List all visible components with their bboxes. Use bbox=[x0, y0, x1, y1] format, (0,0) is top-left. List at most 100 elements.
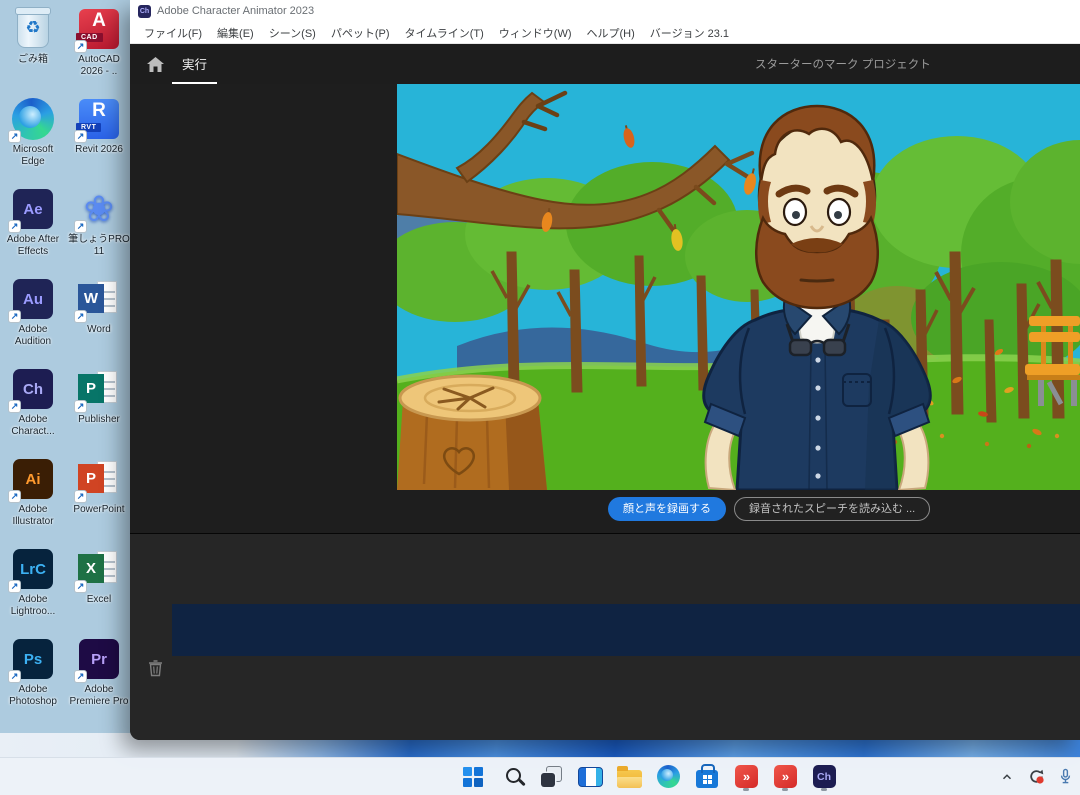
shortcut-arrow-icon bbox=[74, 670, 87, 683]
menu-edit[interactable]: 編集(E) bbox=[217, 25, 254, 41]
desktop-icon-label: Adobe Charact... bbox=[1, 414, 65, 438]
desktop-icon-powerpoint[interactable]: P PowerPoint bbox=[67, 454, 131, 544]
desktop-icon-recycle-bin[interactable]: ごみ箱 bbox=[1, 4, 65, 94]
flower-icon bbox=[84, 189, 114, 229]
desktop-icon-excel[interactable]: X Excel bbox=[67, 544, 131, 634]
menu-timeline[interactable]: タイムライン(T) bbox=[405, 25, 484, 41]
workspace-tab-bar: 実行 スターターのマーク プロジェクト bbox=[130, 44, 1080, 84]
menu-window[interactable]: ウィンドウ(W) bbox=[499, 25, 572, 41]
desktop-icon-autocad[interactable]: ACAD AutoCAD 2026 - .. bbox=[67, 4, 131, 94]
desktop-icon-label: Adobe Illustrator bbox=[1, 504, 65, 528]
search-button[interactable] bbox=[497, 762, 527, 792]
desktop-icon-revit[interactable]: RRVT Revit 2026 bbox=[67, 94, 131, 184]
shortcut-arrow-icon bbox=[8, 490, 21, 503]
desktop-icon-character-animator[interactable]: Ch Adobe Charact... bbox=[1, 364, 65, 454]
red-app-button-2[interactable] bbox=[770, 762, 800, 792]
shortcut-arrow-icon bbox=[8, 220, 21, 233]
scene-tree-stump bbox=[397, 376, 547, 490]
red-arrow-app-icon bbox=[735, 765, 758, 788]
edge-icon bbox=[657, 765, 680, 788]
store-icon bbox=[696, 770, 718, 788]
system-tray bbox=[998, 758, 1074, 795]
desktop-icon-premiere-pro[interactable]: Pr Adobe Premiere Pro bbox=[67, 634, 131, 724]
edge-taskbar-button[interactable] bbox=[653, 762, 683, 792]
shortcut-arrow-icon bbox=[8, 130, 21, 143]
menu-version: バージョン 23.1 bbox=[650, 25, 729, 41]
scene-canvas[interactable] bbox=[397, 84, 1080, 490]
menu-scene[interactable]: シーン(S) bbox=[269, 25, 316, 41]
desktop-icon-label: Publisher bbox=[78, 414, 120, 426]
folder-icon bbox=[617, 770, 642, 788]
desktop-icon-label: Excel bbox=[87, 594, 111, 606]
desktop-icon-word[interactable]: W Word bbox=[67, 274, 131, 364]
timeline-panel bbox=[130, 533, 1080, 740]
desktop-icon-label: Word bbox=[87, 324, 111, 336]
microsoft-store-button[interactable] bbox=[692, 762, 722, 792]
red-app-button-1[interactable] bbox=[731, 762, 761, 792]
desktop-icon-edge[interactable]: Microsoft Edge bbox=[1, 94, 65, 184]
desktop-icon-label: Revit 2026 bbox=[75, 144, 123, 156]
virtual-desktops-button[interactable] bbox=[575, 762, 605, 792]
desktop-icon-label: 筆しょうPRO 11 bbox=[67, 234, 131, 258]
desktop-icon-label: Adobe Lightroo... bbox=[1, 594, 65, 618]
running-indicator bbox=[821, 788, 827, 791]
desktop-icon-label: PowerPoint bbox=[73, 504, 124, 516]
viewer-action-buttons: 顔と声を録画する 録音されたスピーチを読み込む ... bbox=[608, 497, 930, 521]
desktop-icon-lightroom-classic[interactable]: LrC Adobe Lightroo... bbox=[1, 544, 65, 634]
task-view-button[interactable] bbox=[536, 762, 566, 792]
tray-overflow-button[interactable] bbox=[998, 768, 1016, 786]
desktop-icon-label: Adobe Photoshop bbox=[1, 684, 65, 708]
shortcut-arrow-icon bbox=[74, 490, 87, 503]
chevron-up-icon bbox=[1000, 770, 1014, 784]
shortcut-arrow-icon bbox=[8, 310, 21, 323]
taskbar-center: Ch bbox=[458, 758, 839, 795]
desktop-icon-fude-pro[interactable]: 筆しょうPRO 11 bbox=[67, 184, 131, 274]
red-arrow-app-icon bbox=[774, 765, 797, 788]
menu-bar: ファイル(F) 編集(E) シーン(S) パペット(P) タイムライン(T) ウ… bbox=[130, 22, 1080, 44]
screen-recording-tray-button[interactable] bbox=[1027, 768, 1045, 786]
desktop-icon-label: Microsoft Edge bbox=[1, 144, 65, 168]
home-icon bbox=[147, 57, 164, 72]
taskbar: Ch bbox=[0, 757, 1080, 795]
desktop-icon-publisher[interactable]: P Publisher bbox=[67, 364, 131, 454]
app-badge-icon: Ch bbox=[138, 5, 151, 18]
home-button[interactable] bbox=[138, 44, 172, 84]
project-title: スターターのマーク プロジェクト bbox=[755, 44, 931, 84]
shortcut-arrow-icon bbox=[74, 400, 87, 413]
running-indicator bbox=[782, 788, 788, 791]
recycle-bin-icon bbox=[17, 10, 49, 48]
desktop-icon-label: Adobe Premiere Pro bbox=[67, 684, 131, 708]
microphone-tray-button[interactable] bbox=[1056, 768, 1074, 786]
shortcut-arrow-icon bbox=[74, 130, 87, 143]
desktop-icon-label: ごみ箱 bbox=[18, 54, 48, 66]
virtual-desktops-icon bbox=[578, 767, 603, 787]
shortcut-arrow-icon bbox=[74, 580, 87, 593]
desktop-icon-after-effects[interactable]: Ae Adobe After Effects bbox=[1, 184, 65, 274]
shortcut-arrow-icon bbox=[8, 580, 21, 593]
shortcut-arrow-icon bbox=[8, 400, 21, 413]
menu-file[interactable]: ファイル(F) bbox=[144, 25, 202, 41]
character-animator-taskbar-button[interactable]: Ch bbox=[809, 762, 839, 792]
task-view-icon bbox=[541, 766, 562, 787]
load-recorded-speech-button[interactable]: 録音されたスピーチを読み込む ... bbox=[734, 497, 930, 521]
timeline-track[interactable] bbox=[172, 604, 1080, 656]
desktop-icon-illustrator[interactable]: Ai Adobe Illustrator bbox=[1, 454, 65, 544]
app-window: Ch Adobe Character Animator 2023 ファイル(F)… bbox=[130, 0, 1080, 740]
file-explorer-button[interactable] bbox=[614, 762, 644, 792]
desktop-icon-grid: ごみ箱 ACAD AutoCAD 2026 - .. Microsoft Edg… bbox=[0, 4, 132, 724]
start-button[interactable] bbox=[458, 762, 488, 792]
window-titlebar[interactable]: Ch Adobe Character Animator 2023 bbox=[130, 0, 1080, 22]
desktop-icon-photoshop[interactable]: Ps Adobe Photoshop bbox=[1, 634, 65, 724]
record-face-voice-button[interactable]: 顔と声を録画する bbox=[608, 497, 726, 521]
menu-puppet[interactable]: パペット(P) bbox=[331, 25, 390, 41]
running-indicator bbox=[743, 788, 749, 791]
desktop-icon-label: AutoCAD 2026 - .. bbox=[67, 54, 131, 78]
scene-viewer-panel: 顔と声を録画する 録音されたスピーチを読み込む ... bbox=[130, 84, 1080, 533]
screen-recording-icon bbox=[1028, 768, 1045, 785]
tab-record[interactable]: 実行 bbox=[172, 44, 217, 84]
desktop-icon-audition[interactable]: Au Adobe Audition bbox=[1, 274, 65, 364]
menu-help[interactable]: ヘルプ(H) bbox=[587, 25, 635, 41]
screen: { "desktop": { "background_color": "#adc… bbox=[0, 0, 1080, 795]
trash-button[interactable] bbox=[148, 660, 164, 678]
shortcut-arrow-icon bbox=[74, 40, 87, 53]
